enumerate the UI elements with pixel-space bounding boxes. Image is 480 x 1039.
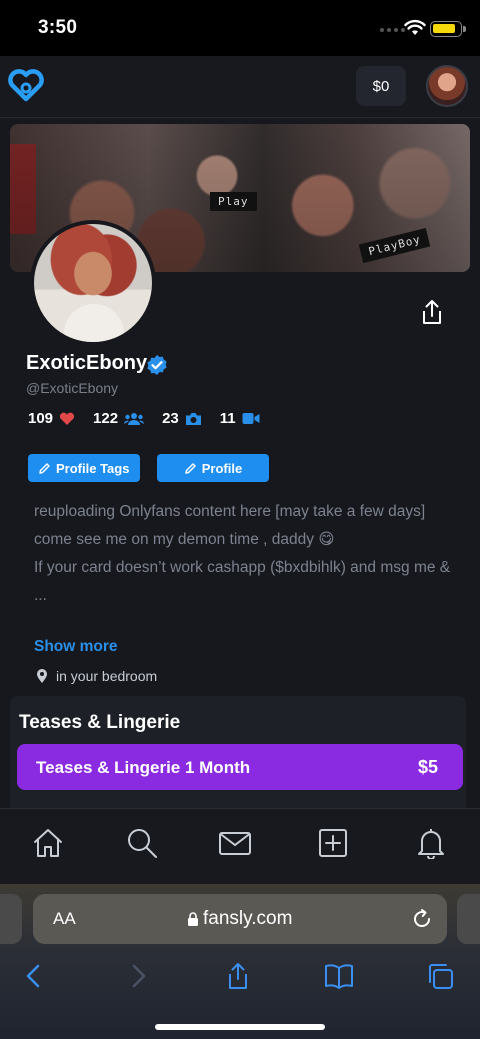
profile-avatar[interactable] — [30, 220, 156, 346]
fansly-logo-icon[interactable] — [8, 68, 44, 102]
text-size-button[interactable]: AA — [53, 909, 76, 929]
camera-icon — [185, 412, 202, 426]
bio-line: come see me on my demon time , daddy 😋 — [34, 531, 335, 548]
profile-page: Play PlayBoy ExoticEbony @ExoticEbony 10… — [0, 118, 480, 808]
username-handle: @ExoticEbony — [26, 380, 119, 396]
cellular-signal-icon — [380, 28, 405, 32]
address-bar[interactable]: AA fansly.com — [33, 894, 447, 944]
bio-line: reuploading Onlyfans content here [may t… — [34, 503, 426, 520]
profile-location: in your bedroom — [36, 668, 157, 684]
tier-section-title: Teases & Lingerie — [19, 712, 181, 733]
profile-tags-button[interactable]: Profile Tags — [28, 454, 140, 482]
lock-icon — [188, 911, 198, 926]
stat-likes: 109 — [28, 410, 75, 427]
search-icon[interactable] — [126, 827, 158, 859]
video-icon — [242, 412, 260, 425]
url-display[interactable]: fansly.com — [187, 908, 292, 930]
status-bar: 3:50 — [0, 0, 480, 56]
profile-stats: 109 122 23 11 — [28, 410, 278, 427]
battery-icon — [430, 21, 466, 37]
status-time: 3:50 — [38, 17, 78, 38]
display-name: ExoticEbony — [26, 352, 148, 374]
banner-label-play: Play — [210, 192, 257, 211]
profile-bio: reuploading Onlyfans content here [may t… — [34, 498, 466, 610]
stat-videos: 11 — [220, 410, 260, 427]
back-arrow-icon[interactable] — [20, 962, 48, 990]
reload-icon[interactable] — [411, 908, 433, 930]
edit-profile-button[interactable]: Profile — [157, 454, 269, 482]
pencil-icon — [185, 462, 196, 474]
home-icon[interactable] — [32, 827, 64, 859]
browser-toolbar: AA fansly.com — [0, 884, 480, 1039]
show-more-link[interactable]: Show more — [34, 638, 118, 656]
tier-name: Teases & Lingerie 1 Month — [36, 758, 251, 777]
messages-icon[interactable] — [219, 827, 251, 859]
subscribe-tier-button[interactable]: Teases & Lingerie 1 Month $5 — [17, 744, 463, 790]
stat-photos: 23 — [162, 410, 202, 427]
account-avatar[interactable] — [426, 65, 468, 107]
bottom-navigation — [0, 808, 480, 884]
bio-line: If your card doesn’t work cashapp ($bxdb… — [34, 559, 451, 604]
wifi-icon — [404, 19, 426, 35]
subscription-tiers: Teases & Lingerie Teases & Lingerie 1 Mo… — [10, 696, 466, 808]
app-header: $0 — [0, 56, 480, 118]
home-indicator — [155, 1024, 325, 1030]
wallet-balance-button[interactable]: $0 — [356, 66, 406, 106]
users-icon — [124, 412, 145, 426]
tabs-icon[interactable] — [426, 962, 454, 990]
pencil-icon — [39, 462, 50, 474]
previous-tab-peek[interactable] — [0, 894, 22, 944]
location-pin-icon — [37, 669, 47, 683]
next-tab-peek[interactable] — [457, 894, 480, 944]
bookmarks-icon[interactable] — [325, 962, 353, 990]
stat-subscribers: 122 — [93, 410, 145, 427]
share-sheet-icon[interactable] — [224, 962, 252, 990]
new-post-icon[interactable] — [317, 827, 349, 859]
forward-arrow-icon[interactable] — [124, 962, 152, 990]
tier-price: $5 — [417, 757, 438, 777]
verified-badge-icon — [147, 355, 167, 375]
notifications-bell-icon[interactable] — [415, 827, 447, 859]
heart-icon — [59, 412, 75, 426]
share-icon[interactable] — [418, 298, 446, 326]
